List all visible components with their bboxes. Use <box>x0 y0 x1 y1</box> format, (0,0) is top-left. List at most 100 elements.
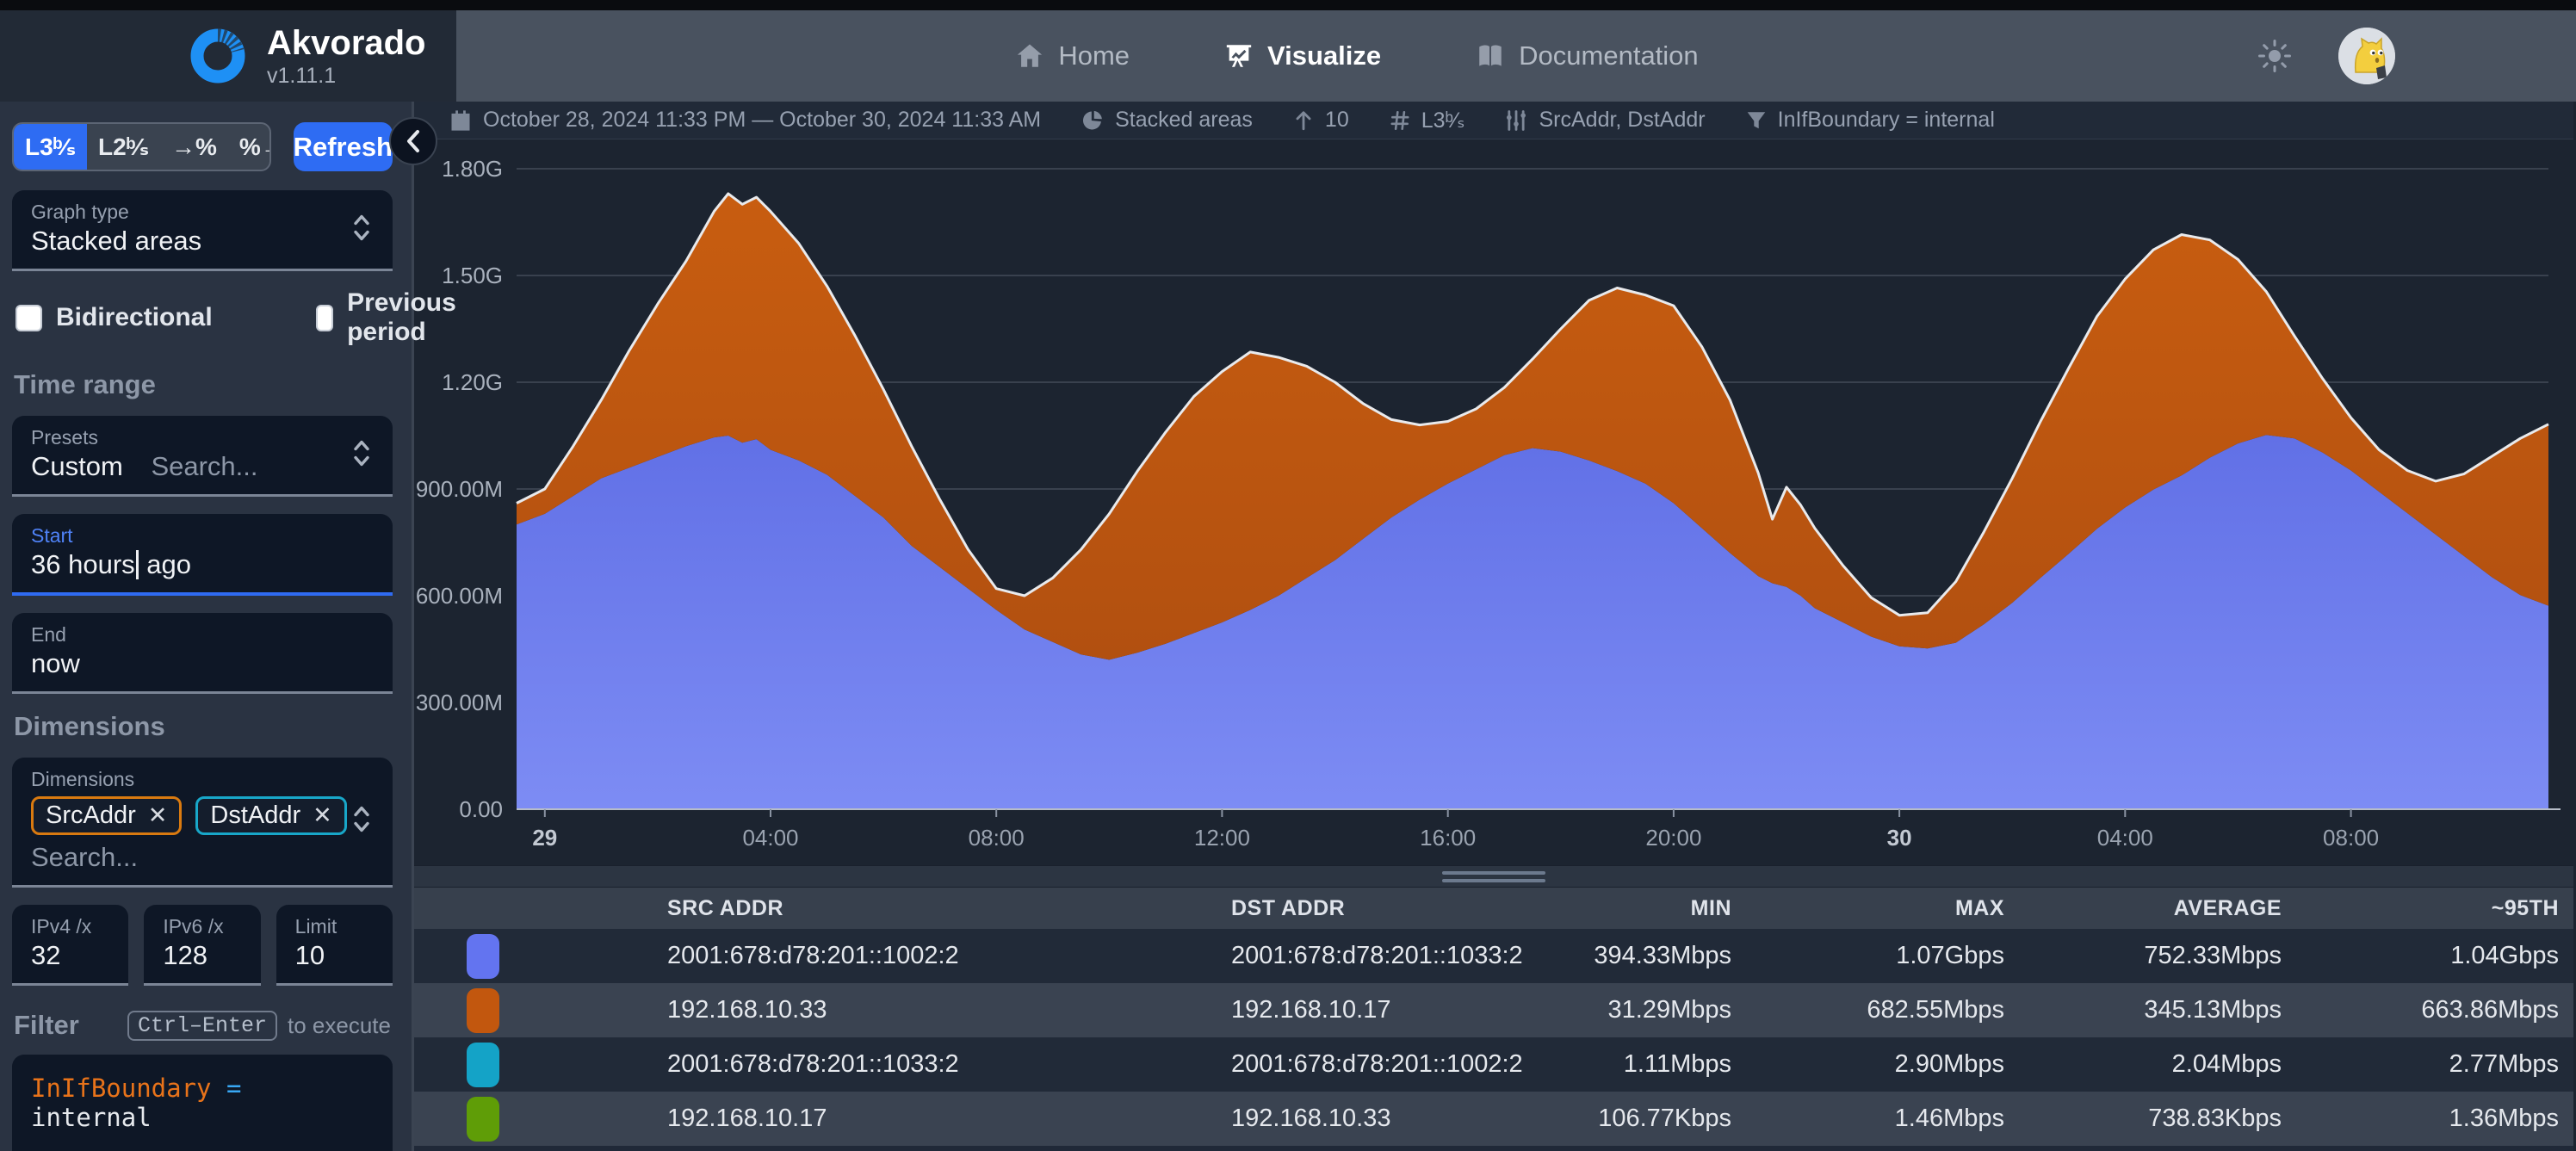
cell-src-addr: 2001:678:d78:201::1002:2 <box>641 929 1205 983</box>
filter-heading: Filter <box>14 1010 79 1041</box>
dimension-chip-dstaddr[interactable]: DstAddr✕ <box>195 796 346 835</box>
presets-search-placeholder: Search... <box>151 451 257 481</box>
table-row[interactable]: 192.168.10.33192.168.10.1731.29Mbps682.5… <box>414 983 2573 1037</box>
table-header-dst-addr[interactable]: DST ADDR <box>1205 888 1576 929</box>
area-series-1[interactable] <box>517 435 2548 809</box>
nav-item-visualize[interactable]: Visualize <box>1224 40 1381 71</box>
nav-item-home[interactable]: Home <box>1015 40 1130 71</box>
end-label: End <box>31 623 375 647</box>
brand[interactable]: Akvorado v1.11.1 <box>0 10 456 102</box>
cell-average: 752.33Mbps <box>2019 929 2296 983</box>
cell-95th: 1.36Mbps <box>2296 1092 2573 1146</box>
nav-item-documentation[interactable]: Documentation <box>1476 40 1699 71</box>
ctrl-enter-kbd: Ctrl–Enter <box>127 1011 277 1041</box>
akvorado-app: Akvorado v1.11.1 Home Visualize Documentat… <box>0 0 2576 1151</box>
table-row[interactable]: 192.168.10.17192.168.10.33106.77Kbps1.46… <box>414 1092 2573 1146</box>
graph-type-value: Stacked areas <box>31 226 375 257</box>
table-row[interactable]: 2001:678:d78:201::1002:22001:678:d78:201… <box>414 929 2573 983</box>
x-axis-label: 20:00 <box>1645 825 1701 851</box>
calendar-icon <box>449 108 473 133</box>
table-header-src-addr[interactable]: SRC ADDR <box>641 888 1205 929</box>
filter-token: InIfBoundary <box>31 1074 212 1103</box>
table-header-min[interactable]: MIN <box>1576 888 1746 929</box>
query-summary-bar: October 28, 2024 11:33 PM — October 30, … <box>414 102 2573 139</box>
graph-type-select[interactable]: Graph type Stacked areas <box>12 190 393 271</box>
cell-max: 682.55Mbps <box>1746 983 2019 1037</box>
filter-token: internal <box>31 1103 152 1132</box>
y-axis-label: 900.00M <box>416 476 503 502</box>
series-color-swatch <box>467 934 499 979</box>
cell-min: 394.33Mbps <box>1576 929 1746 983</box>
main-content: October 28, 2024 11:33 PM — October 30, … <box>414 102 2573 1151</box>
home-icon <box>1015 41 1044 71</box>
ipv6-prefix-field[interactable]: IPv6 /x 128 <box>144 905 260 986</box>
cell-95th: 663.86Mbps <box>2296 983 2573 1037</box>
cell-dst-addr: 2001:678:d78:201::1002:2 <box>1205 1037 1576 1092</box>
start-value: 36 hours ago <box>31 549 375 580</box>
cell-min: 106.77Kbps <box>1576 1092 1746 1146</box>
cell-src-addr: 192.168.10.17 <box>641 1092 1205 1146</box>
window-top-strip <box>0 0 2576 10</box>
checkbox-bidirectional[interactable]: Bidirectional <box>15 288 213 347</box>
chip-remove-icon[interactable]: ✕ <box>313 802 332 829</box>
table-row[interactable]: 2001:678:d78:201::1033:22001:678:d78:201… <box>414 1037 2573 1092</box>
cell-average: 345.13Mbps <box>2019 983 2296 1037</box>
limit-label: Limit <box>295 915 375 938</box>
summary-text: 10 <box>1325 108 1349 133</box>
limit-field[interactable]: Limit 10 <box>276 905 393 986</box>
checkbox-label: Bidirectional <box>56 303 213 332</box>
filter-expression: InIfBoundary = internal <box>31 1074 375 1132</box>
x-axis-label: 04:00 <box>742 825 798 851</box>
traffic-chart[interactable]: 0.00300.00M600.00M900.00M1.20G1.50G1.80G… <box>414 139 2573 865</box>
x-axis-label: 08:00 <box>2323 825 2379 851</box>
x-axis-label: 30 <box>1887 825 1912 851</box>
checkbox-box[interactable] <box>316 305 333 331</box>
main-nav: Home Visualize Documentation <box>1015 40 1698 71</box>
cell-average: 738.83Kbps <box>2019 1092 2296 1146</box>
start-text-after-caret: ago <box>139 549 191 579</box>
table-header-max[interactable]: MAX <box>1746 888 2019 929</box>
drag-grip-icon <box>1442 867 1545 887</box>
summary-text: SrcAddr, DstAddr <box>1539 108 1705 133</box>
series-color-swatch <box>467 1043 499 1087</box>
cell-src-addr: 2001:678:d78:201::1033:2 <box>641 1037 1205 1092</box>
unit-option[interactable]: %→ <box>228 124 271 170</box>
end-time-field[interactable]: End now <box>12 613 393 694</box>
series-color-swatch <box>467 988 499 1033</box>
unit-option[interactable]: L3ᵇ⁄ₛ <box>14 124 87 170</box>
cell-dst-addr: 192.168.10.17 <box>1205 983 1576 1037</box>
table-header--95th[interactable]: ~95TH <box>2296 888 2573 929</box>
checkbox-box[interactable] <box>15 305 42 331</box>
dimensions-heading: Dimensions <box>14 711 391 742</box>
sidebar-collapse-button[interactable] <box>389 117 437 165</box>
y-axis-label: 1.50G <box>442 263 503 288</box>
summary-item: Stacked areas <box>1081 108 1253 133</box>
theme-toggle-sun-icon[interactable] <box>2257 39 2292 73</box>
ipv6-label: IPv6 /x <box>163 915 243 938</box>
table-header-average[interactable]: AVERAGE <box>2019 888 2296 929</box>
chip-remove-icon[interactable]: ✕ <box>148 802 168 829</box>
pie-icon <box>1081 108 1105 133</box>
ipv4-prefix-field[interactable]: IPv4 /x 32 <box>12 905 128 986</box>
filter-editor[interactable]: InIfBoundary = internal <box>12 1055 393 1151</box>
cell-95th: 2.77Mbps <box>2296 1037 2573 1092</box>
dimension-chip-srcaddr[interactable]: SrcAddr✕ <box>31 796 182 835</box>
chart-svg: 0.00300.00M600.00M900.00M1.20G1.50G1.80G… <box>414 139 2573 865</box>
refresh-button[interactable]: Refresh <box>294 122 393 171</box>
brand-text: Akvorado v1.11.1 <box>267 24 426 89</box>
cell-max: 1.07Gbps <box>1746 929 2019 983</box>
cell-min: 31.29Mbps <box>1576 983 1746 1037</box>
presets-select[interactable]: Presets Custom Search... <box>12 416 393 497</box>
user-avatar[interactable] <box>2338 28 2395 84</box>
chart-table-resizer[interactable] <box>414 865 2573 888</box>
series-swatch-cell <box>414 1092 641 1146</box>
dimensions-select[interactable]: Dimensions SrcAddr✕DstAddr✕ Search... <box>12 758 393 888</box>
unit-option[interactable]: L2ᵇ⁄ₛ <box>87 124 160 170</box>
start-time-field[interactable]: Start 36 hours ago <box>12 514 393 596</box>
hash-icon <box>1389 108 1411 133</box>
filter-heading-row: Filter Ctrl–Enter to execute <box>14 1010 391 1041</box>
text-caret <box>136 550 139 579</box>
unit-option[interactable]: →% <box>160 124 228 170</box>
ipv6-value: 128 <box>163 940 243 971</box>
cell-dst-addr: 2001:678:d78:201::1033:2 <box>1205 929 1576 983</box>
